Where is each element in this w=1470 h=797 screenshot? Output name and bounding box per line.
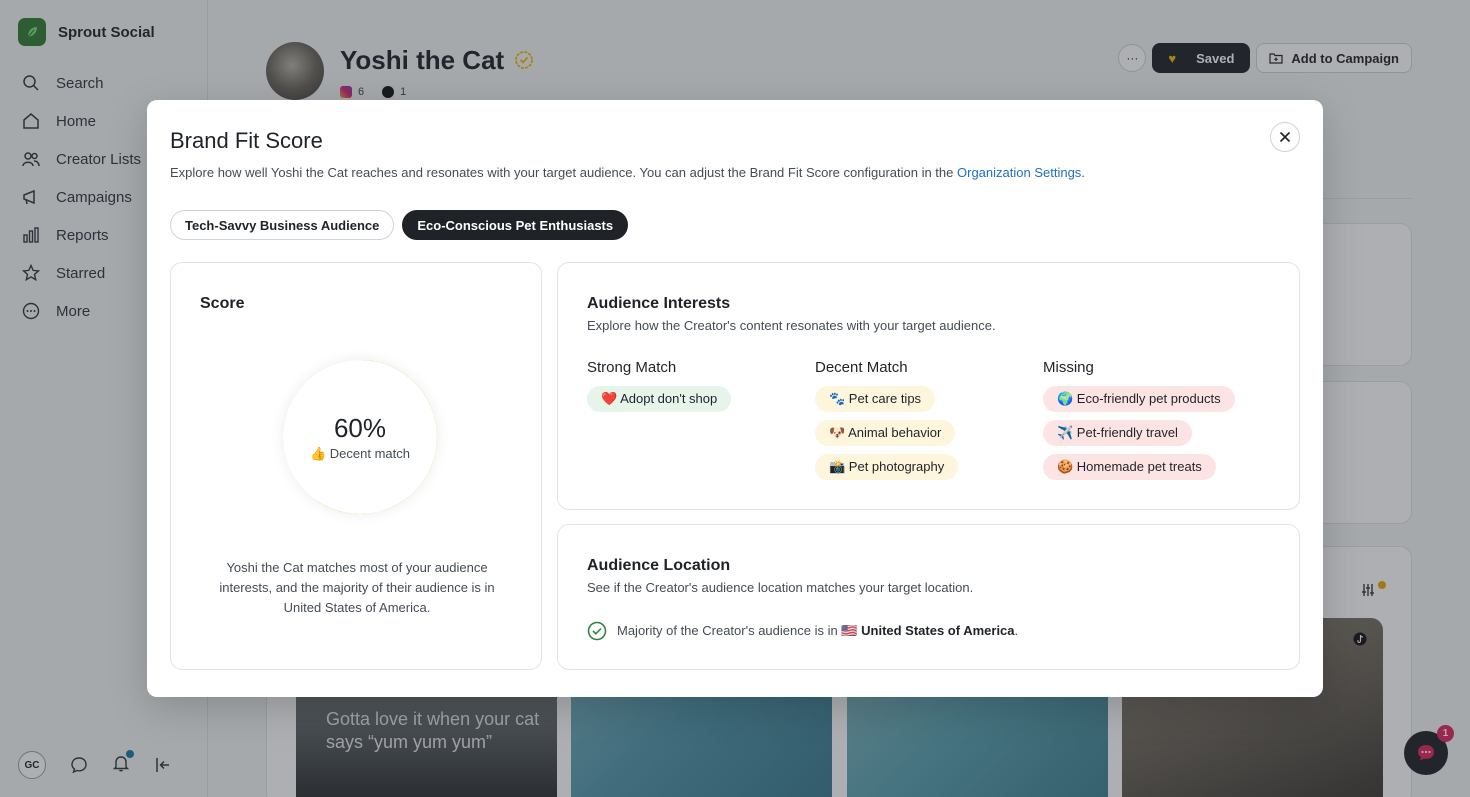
score-value: 60% [333,412,387,443]
missing-column: Missing 🌍 Eco-friendly pet products ✈️ P… [1043,359,1235,488]
score-heading: Score [200,295,245,312]
interests-subtitle: Explore how the Creator's content resona… [587,318,996,333]
location-result: Majority of the Creator's audience is in… [587,621,1018,641]
interest-pill: ❤️ Adopt don't shop [587,386,732,412]
interest-pill: 📸 Pet photography [815,454,959,480]
audience-interests-panel: Audience Interests Explore how the Creat… [557,262,1300,510]
score-summary: Yoshi the Cat matches most of your audie… [219,560,495,615]
description-end: . [1081,165,1085,180]
audience-tabs: Tech-Savvy Business Audience Eco-Conscio… [170,210,629,240]
us-flag-icon: 🇺🇸 [841,623,858,638]
location-text: Majority of the Creator's audience is in… [617,623,1018,639]
interest-pill: 🌍 Eco-friendly pet products [1043,386,1235,412]
tab-tech-savvy-business-audience[interactable]: Tech-Savvy Business Audience [170,210,395,240]
location-heading: Audience Location [587,557,731,574]
location-subtitle: See if the Creator's audience location m… [587,580,974,595]
interest-pill: 🐶 Animal behavior [815,420,956,446]
location-prefix: Majority of the Creator's audience is in [617,623,842,638]
close-icon [1279,131,1291,143]
interest-pill: ✈️ Pet-friendly travel [1043,420,1192,446]
tab-eco-conscious-pet-enthusiasts[interactable]: Eco-Conscious Pet Enthusiasts [402,210,629,240]
missing-title: Missing [1043,359,1094,376]
modal-description: Explore how well Yoshi the Cat reaches a… [170,165,1085,180]
score-panel: Score 60% 👍 Decent match Yoshi the Cat m… [170,262,542,670]
location-end: . [1014,623,1019,638]
location-country: United States of America [861,623,1015,638]
modal-title: Brand Fit Score [170,128,323,153]
description-text: Explore how well Yoshi the Cat reaches a… [170,165,957,180]
decent-match-column: Decent Match 🐾 Pet care tips 🐶 Animal be… [815,359,959,488]
brand-fit-score-modal: Brand Fit Score Explore how well Yoshi t… [147,100,1323,697]
score-gauge-center: 60% 👍 Decent match [283,360,437,514]
interest-pill: 🐾 Pet care tips [815,386,936,412]
close-button[interactable] [1270,122,1300,152]
score-label: 👍 Decent match [309,445,410,461]
interest-pill: 🍪 Homemade pet treats [1043,454,1216,480]
decent-match-title: Decent Match [815,359,908,376]
audience-location-panel: Audience Location See if the Creator's a… [557,524,1300,670]
strong-match-title: Strong Match [587,359,677,376]
interests-heading: Audience Interests [587,295,731,312]
check-circle-icon [587,621,607,641]
organization-settings-link[interactable]: Organization Settings [957,165,1081,180]
strong-match-column: Strong Match ❤️ Adopt don't shop [587,359,732,420]
